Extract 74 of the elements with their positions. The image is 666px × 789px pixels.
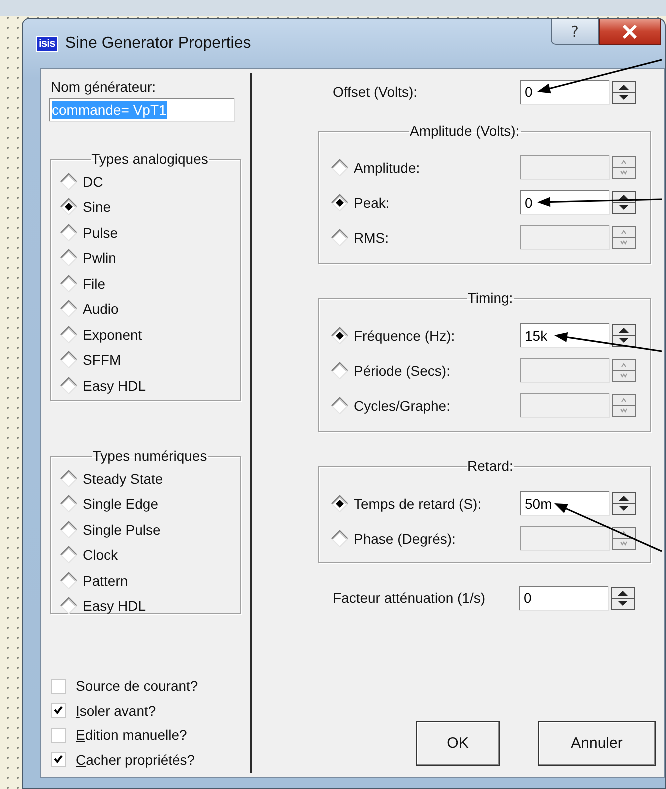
spinner-buttons[interactable] xyxy=(612,80,636,104)
option-label: Peak: xyxy=(354,194,390,210)
option-label: Single Edge xyxy=(83,496,159,512)
radio-button[interactable] xyxy=(60,470,78,488)
option-label: Exponent xyxy=(83,326,142,343)
option-label: Fréquence (Hz): xyxy=(354,328,456,344)
radio-button[interactable] xyxy=(331,494,349,512)
checkbox[interactable] xyxy=(51,703,66,718)
option-label: DC xyxy=(83,174,104,190)
field-label: Offset (Volts): xyxy=(332,84,419,100)
radio-button[interactable] xyxy=(331,194,349,212)
option-label: Temps de retard (S): xyxy=(354,496,482,512)
checkbox-label: Cacher propriétés? xyxy=(76,752,196,768)
radio-button[interactable] xyxy=(60,274,78,293)
checkbox[interactable] xyxy=(51,728,66,743)
field-label: Nom générateur: xyxy=(51,79,158,95)
ok-button[interactable]: OK xyxy=(416,721,500,766)
option-label: Phase (Degrés): xyxy=(354,530,456,546)
option-label: Single Pulse xyxy=(83,522,161,538)
group-title: Types analogiques xyxy=(90,151,210,167)
spinner-buttons[interactable] xyxy=(612,191,636,214)
checkbox-label: Source de courant? xyxy=(76,678,198,694)
spinner-buttons[interactable] xyxy=(612,324,636,347)
spinner-buttons[interactable] xyxy=(611,586,635,610)
group-title: Timing: xyxy=(466,290,514,306)
radio-button[interactable] xyxy=(60,351,78,370)
option-label: Pattern xyxy=(83,572,128,589)
option-label: Sine xyxy=(83,199,112,216)
radio-button[interactable] xyxy=(60,224,78,242)
radio-button[interactable] xyxy=(60,572,78,590)
radio-button[interactable] xyxy=(60,249,78,268)
close-icon xyxy=(622,24,638,38)
checkbox-label: Isoler avant? xyxy=(76,702,156,719)
spinner-buttons[interactable] xyxy=(612,492,636,515)
help-button[interactable]: ? xyxy=(551,19,599,45)
app-logo: isis xyxy=(36,36,58,52)
radio-button[interactable] xyxy=(60,198,78,216)
option-label: Période (Secs): xyxy=(354,362,450,378)
field-label: Facteur atténuation (1/s) xyxy=(332,590,487,606)
option-label: Steady State xyxy=(83,470,164,487)
checkbox-label: Edition manuelle? xyxy=(76,727,188,744)
option-label: Cycles/Graphe: xyxy=(354,398,450,414)
close-button[interactable] xyxy=(599,19,661,45)
group-title: Retard: xyxy=(466,458,514,474)
radio-button[interactable] xyxy=(60,326,78,344)
option-label: SFFM xyxy=(83,352,122,368)
radio-button[interactable] xyxy=(60,597,78,616)
option-label: Audio xyxy=(83,301,119,318)
option-label: Clock xyxy=(83,547,118,564)
checkbox[interactable] xyxy=(51,678,66,694)
input-field[interactable]: 15k xyxy=(520,323,610,348)
group-title: Types numériques xyxy=(92,448,208,464)
radio-button[interactable] xyxy=(60,300,78,318)
group-title: Amplitude (Volts): xyxy=(409,123,521,139)
option-label: Pwlin xyxy=(83,250,116,266)
option-label: Amplitude: xyxy=(354,160,420,176)
cancel-button[interactable]: Annuler xyxy=(538,721,656,766)
input-field[interactable]: 0 xyxy=(520,80,610,104)
input-field[interactable]: 50m xyxy=(520,491,610,516)
radio-button[interactable] xyxy=(60,546,78,564)
option-label: Easy HDL xyxy=(83,378,146,394)
radio-button[interactable] xyxy=(331,326,349,344)
option-label: File xyxy=(83,276,106,292)
input-field[interactable]: 0 xyxy=(520,190,610,215)
radio-button[interactable] xyxy=(60,520,78,539)
radio-button[interactable] xyxy=(60,376,78,395)
checkbox[interactable] xyxy=(51,752,66,768)
window-title: Sine Generator Properties xyxy=(65,34,252,52)
radio-button[interactable] xyxy=(60,495,78,514)
input-field[interactable]: 0 xyxy=(519,586,609,610)
option-label: Pulse xyxy=(83,224,118,241)
radio-button[interactable] xyxy=(60,172,78,191)
option-label: Easy HDL xyxy=(83,598,146,614)
option-label: RMS: xyxy=(354,230,389,246)
